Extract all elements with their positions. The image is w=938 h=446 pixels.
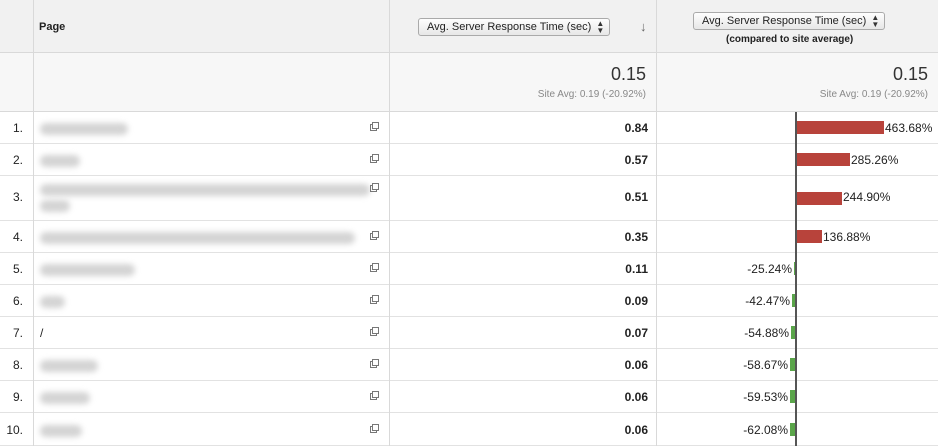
redacted-page-path[interactable]: [40, 155, 80, 167]
external-link-icon[interactable]: [370, 391, 379, 400]
row-metric-value: 0.09: [624, 294, 648, 308]
table-row: 9. 0.06 -59.53%: [0, 381, 938, 413]
summary-metric-avg: Site Avg: 0.19 (-20.92%): [537, 89, 646, 100]
redacted-page-path[interactable]: [40, 392, 90, 404]
external-link-icon[interactable]: [370, 231, 379, 240]
external-link-icon[interactable]: [370, 327, 379, 336]
header-compare-cell: Avg. Server Response Time (sec) ▲ ▼ (comp…: [656, 0, 938, 53]
row-index: 3.: [12, 190, 23, 204]
row-metric-value: 0.06: [624, 390, 648, 404]
table-row: 3. 0.51 244.90%: [0, 176, 938, 221]
redacted-page-path[interactable]: [40, 425, 82, 437]
comparison-percent: 244.90%: [843, 190, 891, 204]
row-index: 7.: [12, 326, 23, 340]
table-row: 1. 0.84 463.68%: [0, 112, 938, 144]
external-link-icon[interactable]: [370, 295, 379, 304]
redacted-page-path[interactable]: [40, 296, 65, 308]
row-metric-value: 0.07: [624, 326, 648, 340]
comparison-percent: 285.26%: [851, 153, 899, 167]
column-divider: [656, 0, 657, 446]
summary-metric-cell: 0.15 Site Avg: 0.19 (-20.92%): [389, 53, 656, 112]
report-table: Page Avg. Server Response Time (sec) ▲ ▼ …: [0, 0, 938, 446]
external-link-icon[interactable]: [370, 183, 379, 192]
external-link-icon[interactable]: [370, 154, 379, 163]
redacted-page-path[interactable]: [40, 232, 355, 244]
summary-page-cell: [33, 53, 389, 112]
metric-select-label: Avg. Server Response Time (sec): [427, 21, 592, 33]
comparison-percent: -62.08%: [743, 423, 788, 437]
redacted-page-path[interactable]: [40, 184, 370, 196]
table-row: 5. 0.11 -25.24%: [0, 253, 938, 285]
table-row: 2. 0.57 285.26%: [0, 144, 938, 176]
sort-descending-icon[interactable]: ↓: [640, 19, 647, 34]
compare-subheader: (compared to site average): [726, 34, 854, 45]
comparison-percent: 136.88%: [823, 230, 871, 244]
row-metric-value: 0.06: [624, 423, 648, 437]
comparison-bar: [796, 121, 884, 134]
row-index: 8.: [12, 358, 23, 372]
summary-compare-value: 0.15: [892, 64, 928, 84]
row-index: 1.: [12, 121, 23, 135]
comparison-percent: -54.88%: [744, 326, 789, 340]
external-link-icon[interactable]: [370, 122, 379, 131]
comparison-percent: -25.24%: [747, 262, 792, 276]
comparison-percent: 463.68%: [885, 121, 933, 135]
table-row: 8. 0.06 -58.67%: [0, 349, 938, 381]
column-divider: [33, 0, 34, 446]
table-row: 7. / 0.07 -54.88%: [0, 317, 938, 349]
metric-select[interactable]: Avg. Server Response Time (sec) ▲ ▼: [418, 18, 611, 36]
table-row: 6. 0.09 -42.47%: [0, 285, 938, 317]
header-metric-cell: Avg. Server Response Time (sec) ▲ ▼ ↓: [389, 0, 656, 53]
row-metric-value: 0.57: [624, 153, 648, 167]
row-index: 5.: [12, 262, 23, 276]
page-path-link[interactable]: /: [40, 326, 43, 340]
external-link-icon[interactable]: [370, 263, 379, 272]
redacted-page-path[interactable]: [40, 360, 98, 372]
row-index: 4.: [12, 230, 23, 244]
comparison-bar: [796, 153, 850, 166]
external-link-icon[interactable]: [370, 359, 379, 368]
redacted-page-path[interactable]: [40, 123, 128, 135]
row-index: 9.: [12, 390, 23, 404]
row-metric-value: 0.11: [625, 262, 648, 276]
summary-index-cell: [0, 53, 33, 112]
comparison-bar: [796, 230, 822, 243]
header-page-cell: Page: [33, 0, 389, 53]
comparison-bar: [796, 192, 842, 205]
header-index-cell: [0, 0, 33, 53]
table-row: 10. 0.06 -62.08%: [0, 413, 938, 446]
comparison-percent: -42.47%: [745, 294, 790, 308]
row-metric-value: 0.35: [624, 230, 648, 244]
row-index: 10.: [6, 423, 23, 437]
comparison-percent: -59.53%: [743, 390, 788, 404]
row-metric-value: 0.84: [624, 121, 648, 135]
summary-compare-avg: Site Avg: 0.19 (-20.92%): [819, 89, 928, 100]
select-arrows-icon: ▲ ▼: [596, 19, 605, 35]
summary-compare-cell: 0.15 Site Avg: 0.19 (-20.92%): [656, 53, 938, 112]
row-index: 6.: [12, 294, 23, 308]
redacted-page-path[interactable]: [40, 264, 135, 276]
row-index: 2.: [12, 153, 23, 167]
summary-metric-value: 0.15: [610, 64, 646, 84]
page-column-header[interactable]: Page: [39, 21, 65, 33]
row-metric-value: 0.06: [624, 358, 648, 372]
compare-select-label: Avg. Server Response Time (sec): [702, 15, 867, 27]
select-arrows-icon: ▲ ▼: [871, 13, 880, 29]
column-divider: [389, 0, 390, 446]
table-row: 4. 0.35 136.88%: [0, 221, 938, 253]
redacted-page-path[interactable]: [40, 200, 70, 212]
comparison-axis: [795, 112, 797, 446]
comparison-percent: -58.67%: [743, 358, 788, 372]
row-metric-value: 0.51: [624, 190, 648, 204]
compare-select[interactable]: Avg. Server Response Time (sec) ▲ ▼: [693, 12, 886, 30]
external-link-icon[interactable]: [370, 424, 379, 433]
